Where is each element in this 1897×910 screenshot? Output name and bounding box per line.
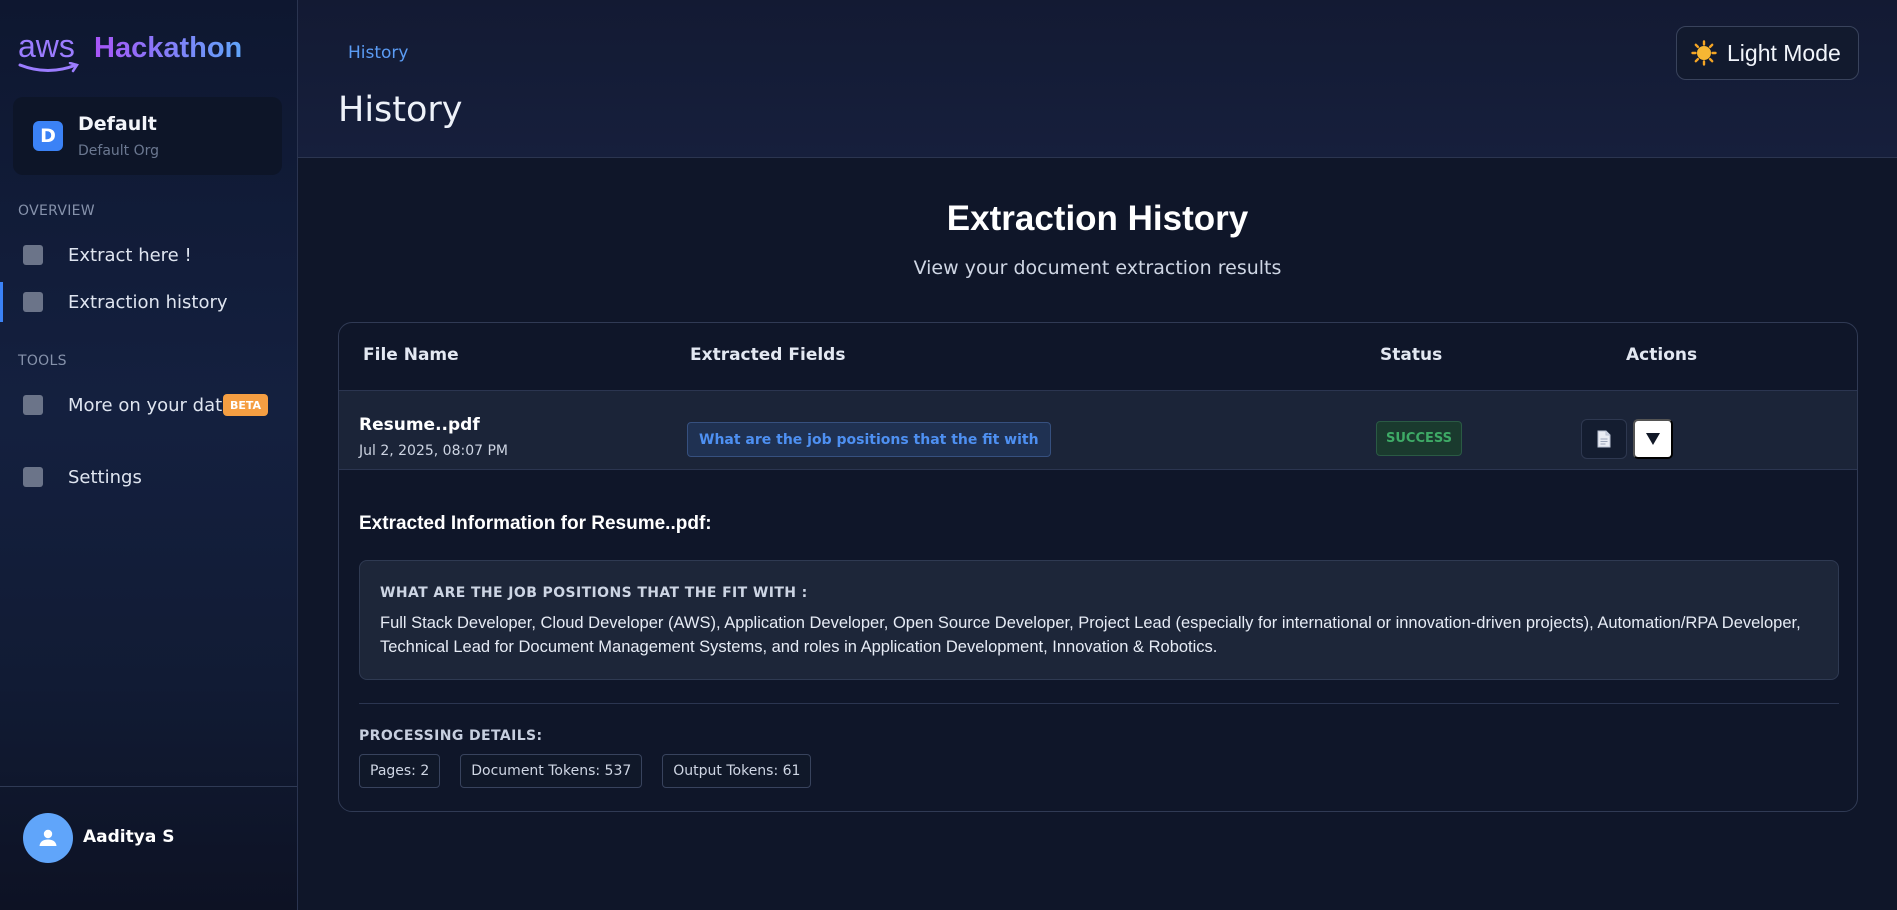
section-subtitle: View your document extraction results [913, 257, 1282, 279]
sidebar-item-extraction-history[interactable]: Extraction history [0, 282, 297, 322]
sidebar-item-label: More on your data [68, 394, 234, 416]
view-document-button[interactable] [1581, 419, 1627, 459]
output-tokens-chip: Output Tokens: 61 [662, 754, 812, 788]
user-avatar[interactable] [23, 813, 73, 863]
history-table: File Name Extracted Fields Status Action… [338, 322, 1858, 812]
sidebar-divider [0, 786, 297, 787]
aws-logo-text: aws [18, 28, 75, 64]
sidebar-item-extract[interactable]: Extract here ! [0, 235, 297, 275]
org-switcher[interactable]: D Default Default Org [13, 97, 282, 175]
page-header: History History Light Mode [298, 0, 1897, 158]
section-label-overview: OVERVIEW [18, 203, 95, 219]
brand[interactable]: aws Hackathon [18, 30, 242, 78]
section-label-tools: TOOLS [18, 353, 67, 369]
section-title: Extraction History [946, 199, 1249, 238]
square-placeholder-icon [23, 395, 43, 415]
column-header-actions: Actions [1626, 345, 1698, 365]
file-date: Jul 2, 2025, 08:07 PM [359, 443, 508, 459]
document-icon [1597, 430, 1611, 448]
sidebar-item-label: Extraction history [68, 291, 228, 313]
details-divider [359, 703, 1839, 704]
org-name: Default [78, 113, 157, 135]
sidebar-item-more-on-your-data[interactable]: More on your data BETA [0, 385, 297, 425]
sidebar-item-settings[interactable]: Settings [0, 457, 297, 497]
sun-icon [1691, 40, 1717, 66]
org-avatar: D [33, 121, 63, 151]
triangle-down-icon [1646, 433, 1660, 445]
square-placeholder-icon [23, 467, 43, 487]
sidebar: aws Hackathon D Default Default Org OVER… [0, 0, 298, 910]
light-mode-toggle-button[interactable]: Light Mode [1676, 26, 1859, 80]
file-name: Resume..pdf [359, 415, 480, 435]
user-icon [39, 829, 57, 846]
brand-title: Hackathon [94, 32, 243, 64]
user-name[interactable]: Aaditya S [83, 827, 174, 847]
breadcrumb[interactable]: History [348, 43, 408, 63]
org-subtitle: Default Org [78, 143, 160, 159]
column-header-file-name: File Name [363, 345, 459, 365]
table-row[interactable]: Resume..pdf Jul 2, 2025, 08:07 PM What a… [339, 390, 1857, 470]
theme-button-label: Light Mode [1727, 39, 1841, 66]
extracted-answer-card: WHAT ARE THE JOB POSITIONS THAT THE FIT … [359, 560, 1839, 680]
processing-chips: Pages: 2 Document Tokens: 537 Output Tok… [359, 754, 812, 788]
pages-chip: Pages: 2 [359, 754, 441, 788]
aws-logo: aws [18, 30, 84, 78]
beta-badge: BETA [223, 394, 269, 416]
page-title: History [338, 90, 463, 130]
main-content: Extraction History View your document ex… [298, 159, 1897, 910]
document-tokens-chip: Document Tokens: 537 [460, 754, 643, 788]
square-placeholder-icon [23, 245, 43, 265]
question-label: WHAT ARE THE JOB POSITIONS THAT THE FIT … [380, 585, 808, 601]
status-badge: SUCCESS [1376, 421, 1462, 456]
column-header-extracted-fields: Extracted Fields [690, 345, 846, 365]
column-header-status: Status [1380, 345, 1443, 365]
processing-details-label: PROCESSING DETAILS: [359, 728, 543, 744]
details-title: Extracted Information for Resume..pdf: [359, 513, 712, 534]
sidebar-item-label: Extract here ! [68, 244, 192, 266]
answer-text: Full Stack Developer, Cloud Developer (A… [380, 614, 1801, 656]
square-placeholder-icon [23, 292, 43, 312]
sidebar-item-label: Settings [68, 466, 142, 488]
expand-details-button[interactable] [1633, 419, 1673, 459]
extracted-field-chip: What are the job positions that the fit … [687, 422, 1051, 457]
aws-smile-icon [18, 62, 79, 73]
